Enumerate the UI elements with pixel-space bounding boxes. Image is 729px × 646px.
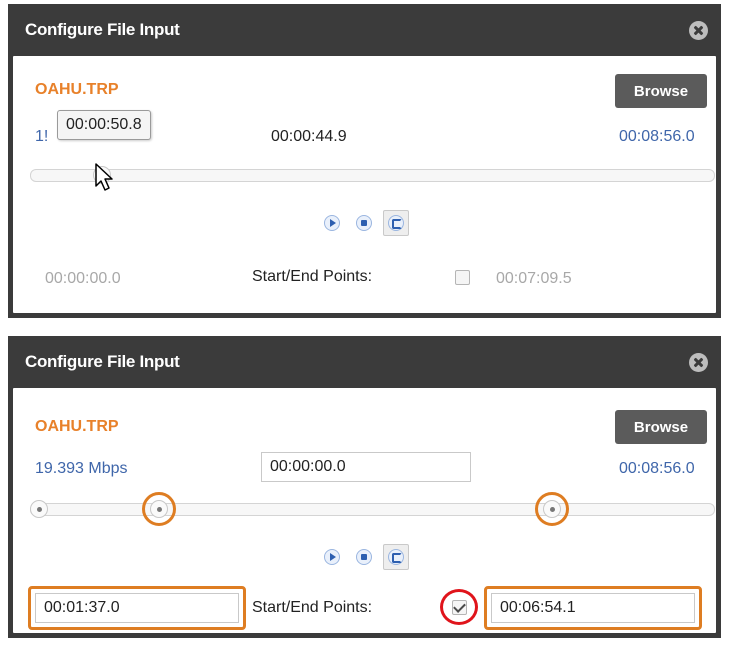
bitrate-label: 1!	[35, 128, 49, 145]
filename-label: OAHU.TRP	[35, 81, 119, 98]
current-time-label: 00:00:44.9	[271, 128, 347, 145]
playhead-handle[interactable]	[30, 500, 48, 518]
stop-icon[interactable]	[356, 549, 372, 565]
browse-button[interactable]: Browse	[615, 410, 707, 444]
duration-label: 00:08:56.0	[619, 128, 695, 145]
play-icon[interactable]	[324, 549, 340, 565]
end-time-display: 00:07:09.5	[496, 270, 572, 287]
dialog-body: OAHU.TRP Browse 19.393 Mbps 00:08:56.0 S…	[13, 388, 716, 633]
filename-label: OAHU.TRP	[35, 418, 119, 435]
dialog-titlebar: Configure File Input	[13, 4, 716, 56]
start-end-points-label: Start/End Points:	[252, 268, 373, 285]
dialog-title: Configure File Input	[25, 20, 180, 39]
start-end-points-checkbox[interactable]	[455, 270, 470, 285]
current-time-input[interactable]	[261, 452, 471, 482]
cursor-icon	[95, 163, 113, 191]
playhead-tooltip: 00:00:50.8	[57, 110, 151, 140]
play-icon[interactable]	[324, 215, 340, 231]
browse-button[interactable]: Browse	[615, 74, 707, 108]
dialog-title: Configure File Input	[25, 352, 180, 371]
close-icon[interactable]	[689, 353, 708, 372]
dialog-titlebar: Configure File Input	[13, 336, 716, 388]
start-end-points-label: Start/End Points:	[252, 599, 373, 616]
dialog-body: OAHU.TRP Browse 1! 00:00:44.9 00:08:56.0…	[13, 56, 716, 313]
stop-icon[interactable]	[356, 215, 372, 231]
loop-icon	[388, 549, 404, 565]
configure-file-input-dialog-2: Configure File Input OAHU.TRP Browse 19.…	[8, 336, 721, 638]
start-time-input[interactable]	[35, 593, 239, 623]
loop-toggle[interactable]	[383, 544, 409, 570]
start-time-display: 00:00:00.0	[45, 270, 121, 287]
bitrate-label: 19.393 Mbps	[35, 460, 128, 477]
duration-label: 00:08:56.0	[619, 460, 695, 477]
timeline-slider-track[interactable]	[30, 503, 715, 516]
configure-file-input-dialog-1: Configure File Input OAHU.TRP Browse 1! …	[8, 4, 721, 318]
loop-toggle[interactable]	[383, 210, 409, 236]
check-icon[interactable]	[452, 600, 467, 615]
close-icon[interactable]	[689, 21, 708, 40]
timeline-slider-track[interactable]	[30, 169, 715, 182]
loop-icon	[388, 215, 404, 231]
end-time-input[interactable]	[491, 593, 695, 623]
